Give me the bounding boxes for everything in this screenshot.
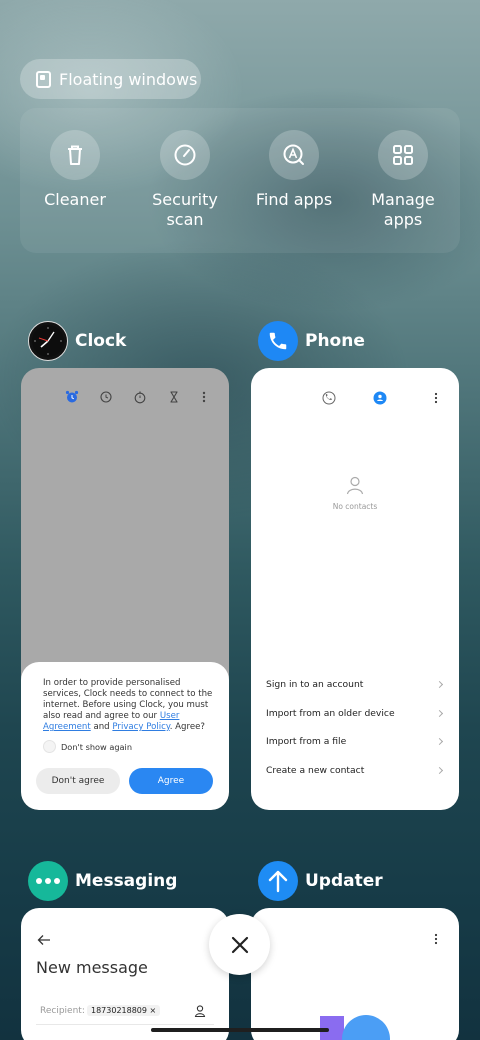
security-scan-button[interactable]: Security scan — [135, 130, 235, 230]
recents-tab-icon[interactable] — [322, 391, 336, 405]
add-contact-icon[interactable] — [193, 1004, 207, 1018]
more-options-icon[interactable] — [433, 933, 439, 945]
find-apps-button[interactable]: Find apps — [244, 130, 344, 210]
internet-consent-dialog: In order to provide personalised service… — [21, 662, 229, 810]
chevron-right-icon — [435, 737, 444, 746]
close-icon — [231, 936, 248, 953]
privacy-policy-link[interactable]: Privacy Policy — [112, 722, 169, 732]
quick-tools-panel: Cleaner Security scan Find apps Manage a… — [20, 108, 460, 253]
checkbox-circle[interactable] — [43, 740, 56, 753]
floating-window-icon — [36, 70, 51, 88]
more-options-icon[interactable] — [201, 390, 207, 404]
clear-all-button[interactable] — [209, 914, 270, 975]
security-scan-label: Security scan — [152, 190, 218, 229]
clock-app-card[interactable]: In order to provide personalised service… — [21, 368, 229, 810]
agree-button[interactable]: Agree — [129, 768, 213, 794]
timer-tab-icon[interactable] — [167, 390, 181, 404]
chevron-right-icon — [435, 680, 444, 689]
consent-text: In order to provide personalised service… — [43, 678, 213, 732]
home-indicator[interactable] — [151, 1028, 329, 1032]
updater-app-name: Updater — [305, 871, 383, 891]
recipient-divider — [36, 1024, 214, 1025]
dont-show-again-label: Don't show again — [61, 741, 133, 752]
cleaner-label: Cleaner — [44, 190, 106, 209]
alarm-tab-icon[interactable] — [65, 390, 79, 404]
floating-windows-label: Floating windows — [59, 69, 198, 89]
messaging-app-header[interactable]: Messaging — [28, 861, 177, 901]
contacts-tab-icon[interactable] — [373, 391, 387, 405]
create-contact-option[interactable]: Create a new contact — [266, 765, 444, 776]
dont-show-again-checkbox[interactable]: Don't show again — [43, 740, 215, 753]
no-contacts-text: No contacts — [332, 502, 378, 511]
clock-app-icon — [28, 321, 68, 361]
messaging-app-icon — [28, 861, 68, 901]
manage-apps-button[interactable]: Manage apps — [353, 130, 453, 230]
phone-app-header[interactable]: Phone — [258, 321, 365, 361]
new-message-title: New message — [36, 958, 148, 977]
stopwatch-tab-icon[interactable] — [133, 390, 147, 404]
manage-apps-label: Manage apps — [371, 190, 435, 229]
chevron-right-icon — [435, 766, 444, 775]
updater-app-icon — [258, 861, 298, 901]
gauge-icon — [174, 144, 196, 166]
floating-windows-button[interactable]: Floating windows — [20, 59, 201, 99]
phone-app-icon — [258, 321, 298, 361]
find-apps-icon — [283, 144, 304, 165]
update-illustration-circle — [342, 1015, 390, 1040]
updater-app-header[interactable]: Updater — [258, 861, 383, 901]
grid-icon — [393, 145, 413, 165]
sign-in-account-option[interactable]: Sign in to an account — [266, 679, 444, 690]
messaging-app-card[interactable]: New message Recipient: 18730218809 × — [21, 908, 229, 1040]
empty-contacts-icon — [346, 476, 364, 495]
chevron-right-icon — [435, 709, 444, 718]
cleaner-button[interactable]: Cleaner — [25, 130, 125, 210]
phone-app-card[interactable]: No contacts Sign in to an account Import… — [251, 368, 459, 810]
clock-tab-bar — [65, 390, 207, 404]
recipient-label: Recipient: — [40, 1006, 85, 1016]
messaging-app-name: Messaging — [75, 871, 178, 891]
clock-app-header[interactable]: Clock — [28, 321, 126, 361]
import-older-device-option[interactable]: Import from an older device — [266, 708, 444, 719]
more-options-icon[interactable] — [433, 392, 439, 404]
phone-app-name: Phone — [305, 331, 365, 351]
recipient-chip[interactable]: 18730218809 × — [87, 1005, 161, 1016]
trash-icon — [68, 145, 82, 165]
import-from-file-option[interactable]: Import from a file — [266, 736, 444, 747]
back-arrow-icon[interactable] — [37, 934, 51, 946]
dont-agree-button[interactable]: Don't agree — [36, 768, 120, 794]
clock-app-name: Clock — [75, 331, 127, 351]
find-apps-label: Find apps — [255, 190, 333, 209]
world-clock-tab-icon[interactable] — [99, 390, 113, 404]
updater-app-card[interactable] — [251, 908, 459, 1040]
